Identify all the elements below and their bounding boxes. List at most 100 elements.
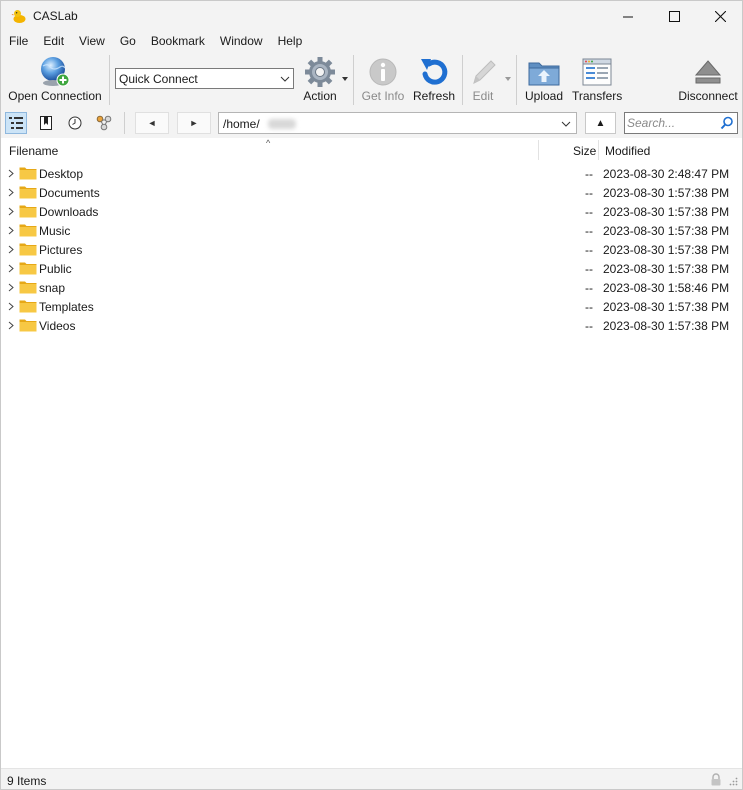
window-title: CASLab: [33, 9, 78, 23]
folder-icon: [19, 319, 37, 332]
menu-go[interactable]: Go: [112, 32, 143, 52]
table-row[interactable]: Videos -- 2023-08-30 1:57:38 PM: [1, 316, 742, 335]
back-button[interactable]: ◄: [135, 112, 169, 134]
path-dropdown[interactable]: /home/: [218, 112, 577, 134]
file-name: Videos: [39, 319, 76, 333]
history-view-button[interactable]: [64, 112, 86, 134]
search-input[interactable]: [627, 115, 717, 131]
search-icon[interactable]: [720, 116, 734, 130]
outline-list-icon: [9, 117, 23, 129]
file-modified: 2023-08-30 1:57:38 PM: [603, 262, 730, 276]
menu-window[interactable]: Window: [212, 32, 270, 52]
chevron-right-icon[interactable]: [8, 245, 14, 254]
maximize-button[interactable]: [651, 1, 697, 32]
chevron-right-icon[interactable]: [8, 226, 14, 235]
chevron-right-icon[interactable]: [8, 321, 14, 330]
chevron-right-icon[interactable]: [8, 264, 14, 273]
pencil-icon: [473, 60, 496, 84]
menu-bar: File Edit View Go Bookmark Window Help: [1, 32, 742, 52]
column-divider[interactable]: [538, 140, 539, 160]
bookmark-icon: [40, 116, 52, 130]
file-size: --: [585, 319, 593, 333]
menu-file[interactable]: File: [1, 32, 35, 52]
quick-connect-dropdown[interactable]: Quick Connect: [115, 68, 294, 89]
chevron-down-icon: [280, 76, 290, 82]
folder-icon: [19, 186, 37, 199]
action-label: Action: [303, 89, 337, 103]
file-size: --: [585, 262, 593, 276]
network-icon: [96, 115, 112, 131]
upload-button[interactable]: Upload: [520, 52, 568, 108]
table-row[interactable]: snap -- 2023-08-30 1:58:46 PM: [1, 278, 742, 297]
action-button[interactable]: Action: [297, 52, 343, 108]
menu-help[interactable]: Help: [270, 32, 310, 52]
folder-icon: [19, 300, 37, 313]
table-row[interactable]: Music -- 2023-08-30 1:57:38 PM: [1, 221, 742, 240]
menu-bookmark[interactable]: Bookmark: [143, 32, 212, 52]
column-divider[interactable]: [598, 140, 599, 160]
toolbar-separator: [462, 55, 463, 105]
parent-directory-button[interactable]: ▲: [585, 112, 616, 134]
table-row[interactable]: Pictures -- 2023-08-30 1:57:38 PM: [1, 240, 742, 259]
menu-view[interactable]: View: [71, 32, 112, 52]
file-size: --: [585, 300, 593, 314]
close-icon: [714, 11, 726, 22]
eject-icon: [694, 60, 722, 84]
column-header-size[interactable]: Size: [573, 144, 596, 158]
forward-button[interactable]: ►: [177, 112, 211, 134]
open-connection-button[interactable]: Open Connection: [5, 52, 105, 108]
browser-view-button[interactable]: [5, 112, 27, 134]
bonjour-view-button[interactable]: [93, 112, 115, 134]
disconnect-label: Disconnect: [678, 89, 738, 103]
close-button[interactable]: [697, 1, 742, 32]
sort-indicator-icon: ^: [266, 138, 271, 148]
file-modified: 2023-08-30 1:57:38 PM: [603, 300, 730, 314]
refresh-button[interactable]: Refresh: [411, 52, 457, 108]
dropdown-arrow-icon: [342, 77, 348, 81]
folder-icon: [19, 262, 37, 275]
file-name: snap: [39, 281, 66, 295]
quick-connect-label: Quick Connect: [119, 72, 198, 86]
table-row[interactable]: Templates -- 2023-08-30 1:57:38 PM: [1, 297, 742, 316]
search-field[interactable]: [624, 112, 738, 134]
file-name: Music: [39, 224, 71, 238]
chevron-right-icon[interactable]: [8, 283, 14, 292]
chevron-right-icon[interactable]: [8, 207, 14, 216]
folder-upload-icon: [528, 62, 560, 86]
table-row[interactable]: Public -- 2023-08-30 1:57:38 PM: [1, 259, 742, 278]
redacted-username: [268, 119, 296, 129]
table-row[interactable]: Desktop -- 2023-08-30 2:48:47 PM: [1, 164, 742, 183]
title-bar[interactable]: CASLab: [1, 1, 742, 32]
path-text: /home/: [223, 117, 260, 131]
file-name: Documents: [39, 186, 100, 200]
maximize-icon: [668, 11, 680, 22]
edit-button[interactable]: Edit: [464, 52, 502, 108]
file-name: Public: [39, 262, 72, 276]
chevron-right-icon[interactable]: [8, 302, 14, 311]
column-header-modified[interactable]: Modified: [605, 144, 650, 158]
get-info-button[interactable]: Get Info: [357, 52, 409, 108]
table-row[interactable]: Documents -- 2023-08-30 1:57:38 PM: [1, 183, 742, 202]
menu-edit[interactable]: Edit: [35, 32, 71, 52]
transfers-button[interactable]: Transfers: [572, 52, 622, 108]
resize-grip-icon[interactable]: [729, 777, 738, 786]
bookmarks-view-button[interactable]: [35, 112, 57, 134]
chevron-right-icon[interactable]: [8, 188, 14, 197]
clock-icon: [68, 116, 82, 130]
transfers-label: Transfers: [572, 89, 623, 103]
forward-arrow-icon: ►: [189, 118, 199, 128]
file-size: --: [585, 224, 593, 238]
column-header-filename[interactable]: Filename: [9, 144, 58, 158]
file-modified: 2023-08-30 1:57:38 PM: [603, 243, 730, 257]
table-row[interactable]: Downloads -- 2023-08-30 1:57:38 PM: [1, 202, 742, 221]
chevron-right-icon[interactable]: [8, 169, 14, 178]
file-size: --: [585, 186, 593, 200]
open-connection-label: Open Connection: [8, 89, 102, 103]
folder-icon: [19, 167, 37, 180]
file-modified: 2023-08-30 1:57:38 PM: [603, 186, 730, 200]
file-modified: 2023-08-30 1:58:46 PM: [603, 281, 730, 295]
minimize-button[interactable]: [605, 1, 651, 32]
toolbar-separator: [353, 55, 354, 105]
file-name: Downloads: [39, 205, 99, 219]
disconnect-button[interactable]: Disconnect: [676, 52, 740, 108]
